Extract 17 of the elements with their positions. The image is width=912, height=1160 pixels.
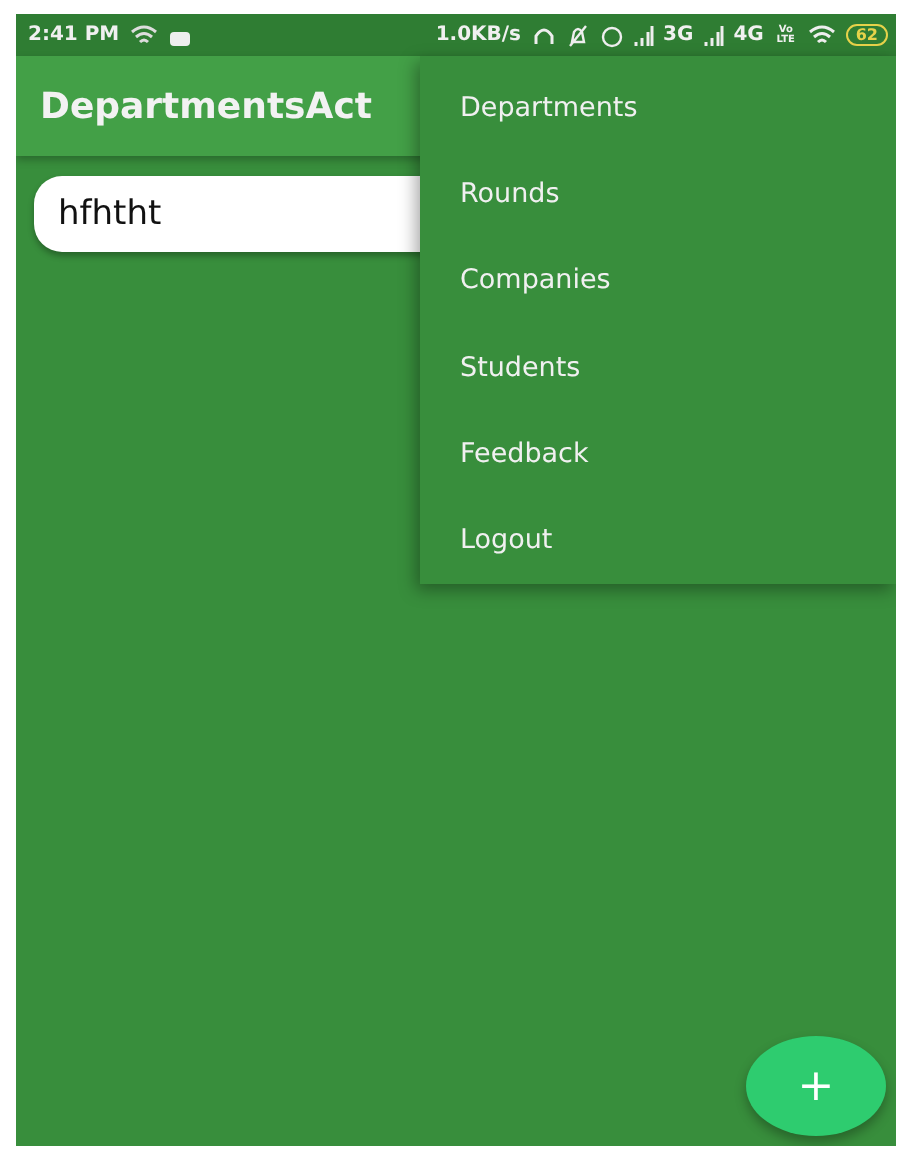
- status-time: 2:41 PM: [28, 24, 120, 46]
- menu-item[interactable]: Departments: [420, 64, 896, 151]
- signal-icon: [703, 23, 724, 47]
- wifi-icon: [807, 23, 836, 47]
- add-button[interactable]: +: [746, 1036, 886, 1136]
- battery-level: 62: [845, 24, 888, 46]
- network-type: 4G: [733, 24, 764, 46]
- menu-item[interactable]: Students: [420, 323, 896, 411]
- app-title: DepartmentsAct: [40, 85, 372, 127]
- network-type: 3G: [663, 24, 694, 46]
- network-speed: 1.0KB/s: [435, 24, 522, 46]
- item-text: hfhtht: [58, 194, 162, 234]
- signal-icon: [633, 23, 654, 47]
- menu-item[interactable]: Feedback: [420, 410, 896, 498]
- bell-off-icon: [565, 23, 590, 47]
- wifi-icon: [129, 23, 158, 47]
- menu-item[interactable]: Logout: [420, 497, 896, 584]
